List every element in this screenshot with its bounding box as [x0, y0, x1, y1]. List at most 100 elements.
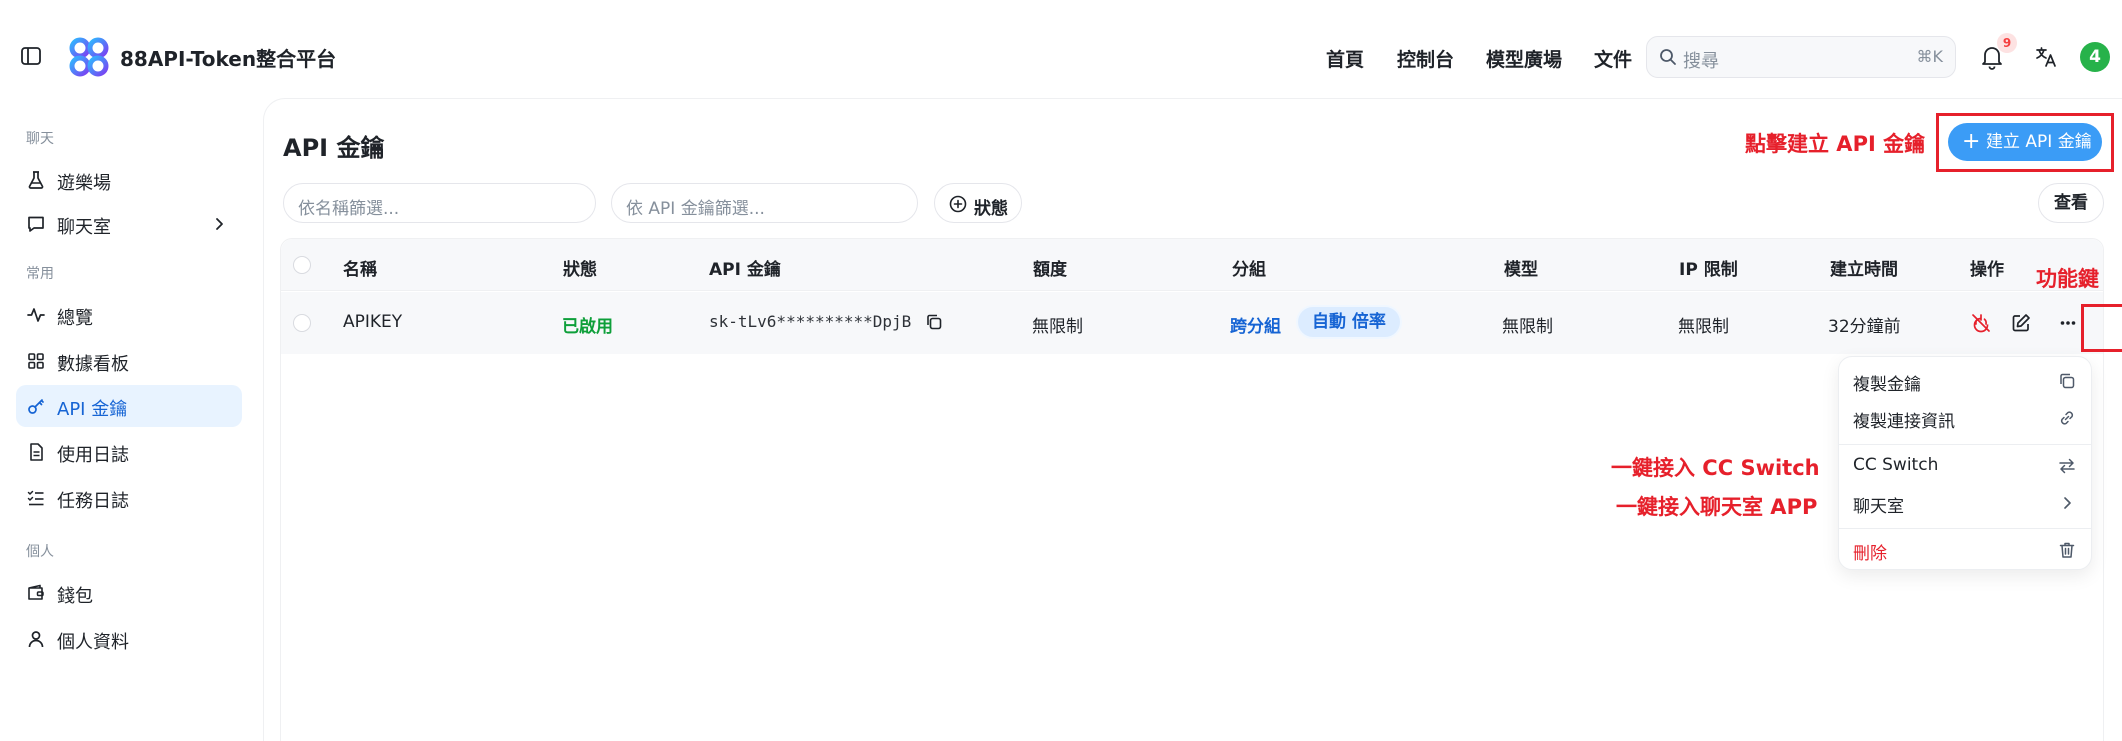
sidebar-item-chatroom[interactable]: 聊天室 — [16, 203, 242, 245]
sidebar: 聊天 遊樂場 聊天室 常用 總覽 數據看板 API 金鑰 使用日誌 任務日誌 個… — [0, 112, 258, 741]
search-shortcut: ⌘K — [1916, 47, 1944, 66]
column-header-name[interactable]: 名稱 — [343, 255, 377, 280]
sidebar-item-label: 總覽 — [57, 308, 93, 329]
switch-arrows-icon — [2059, 458, 2075, 474]
row-ip-limit: 無限制 — [1678, 317, 1729, 337]
status-filter-label: 狀態 — [974, 199, 1008, 219]
column-header-quota[interactable]: 額度 — [1033, 255, 1067, 280]
table-header: 名稱 狀態 API 金鑰 額度 分組 模型 IP 限制 建立時間 操作 — [281, 239, 2103, 291]
row-group: 跨分組 — [1230, 317, 1281, 337]
annotation-function-key: 功能鍵 — [2036, 267, 2099, 291]
copy-icon[interactable] — [924, 312, 944, 332]
sidebar-item-dashboard[interactable]: 數據看板 — [16, 340, 242, 382]
document-icon — [30, 443, 43, 461]
column-header-status[interactable]: 狀態 — [563, 255, 597, 280]
sidebar-item-task-log[interactable]: 任務日誌 — [16, 477, 242, 519]
app-title[interactable]: 88API-Token整合平台 — [120, 43, 336, 72]
sidebar-item-label: 聊天室 — [57, 217, 111, 238]
user-avatar[interactable]: 4 — [2080, 42, 2110, 72]
group-rate-tag: 自動 倍率 — [1298, 307, 1400, 337]
annotation-create-hint: 點擊建立 API 金鑰 — [1745, 132, 1926, 156]
edit-icon[interactable] — [2010, 312, 2032, 334]
sidebar-item-api-keys[interactable]: API 金鑰 — [16, 385, 242, 427]
nav-home[interactable]: 首頁 — [1326, 45, 1364, 72]
menu-divider — [1839, 444, 2091, 445]
list-checks-icon — [27, 490, 44, 506]
sidebar-group-common: 常用 — [26, 266, 54, 282]
row-status: 已啟用 — [562, 317, 613, 337]
sidebar-item-label: 任務日誌 — [57, 491, 129, 512]
nav-models[interactable]: 模型廣場 — [1486, 45, 1562, 72]
sidebar-group-chat: 聊天 — [26, 131, 54, 147]
sidebar-item-usage-log[interactable]: 使用日誌 — [16, 431, 242, 473]
nav-console[interactable]: 控制台 — [1397, 45, 1454, 72]
sidebar-item-profile[interactable]: 個人資料 — [16, 618, 242, 660]
disable-icon[interactable] — [1970, 312, 1992, 334]
annotation-box-more — [2081, 304, 2122, 352]
sidebar-item-label: API 金鑰 — [57, 399, 128, 420]
plus-circle-icon — [949, 195, 967, 213]
menu-item-label: 聊天室 — [1853, 497, 1904, 517]
nav-docs[interactable]: 文件 — [1594, 45, 1632, 72]
menu-item-label: 刪除 — [1853, 544, 1887, 564]
name-filter-placeholder: 依名稱篩選... — [298, 199, 400, 219]
sidebar-item-overview[interactable]: 總覽 — [16, 294, 242, 336]
name-filter-input[interactable]: 依名稱篩選... — [283, 183, 596, 223]
copy-icon — [2060, 373, 2075, 389]
key-filter-input[interactable]: 依 API 金鑰篩選... — [611, 183, 918, 223]
table-row[interactable]: APIKEY 已啟用 sk-tLv6**********DpjB 無限制 跨分組… — [281, 292, 2103, 354]
sidebar-group-personal: 個人 — [26, 544, 54, 560]
select-all-checkbox[interactable] — [293, 256, 311, 274]
translate-icon[interactable] — [2034, 45, 2058, 69]
page-title: API 金鑰 — [283, 134, 385, 162]
chevron-right-icon — [2064, 497, 2071, 509]
chat-bubble-icon — [28, 216, 44, 232]
key-filter-placeholder: 依 API 金鑰篩選... — [626, 199, 765, 219]
column-header-model[interactable]: 模型 — [1504, 255, 1538, 280]
key-icon — [28, 399, 44, 414]
column-header-group[interactable]: 分組 — [1232, 255, 1266, 280]
menu-item-copy-key[interactable]: 複製金鑰 — [1839, 364, 2091, 398]
row-name: APIKEY — [343, 312, 403, 332]
column-header-created[interactable]: 建立時間 — [1830, 255, 1898, 280]
search-input[interactable]: 搜尋 ⌘K — [1646, 36, 1956, 78]
sidebar-item-label: 使用日誌 — [57, 445, 129, 466]
notification-badge: 9 — [1997, 33, 2017, 53]
row-created: 32分鐘前 — [1828, 317, 1901, 337]
column-header-ip-limit[interactable]: IP 限制 — [1679, 255, 1738, 280]
api-key-table: 名稱 狀態 API 金鑰 額度 分組 模型 IP 限制 建立時間 操作 APIK… — [280, 238, 2104, 741]
trash-icon — [2059, 542, 2075, 558]
row-checkbox[interactable] — [293, 314, 311, 332]
sidebar-item-label: 個人資料 — [57, 632, 129, 653]
annotation-cc-switch: 一鍵接入 CC Switch — [1611, 456, 1820, 480]
sidebar-item-label: 錢包 — [57, 586, 93, 607]
app-logo-icon[interactable] — [68, 36, 110, 78]
menu-item-label: 複製連接資訊 — [1853, 412, 1955, 432]
user-icon — [28, 631, 44, 648]
menu-item-delete[interactable]: 刪除 — [1839, 533, 2091, 567]
sidebar-item-playground[interactable]: 遊樂場 — [16, 159, 242, 201]
row-quota: 無限制 — [1032, 317, 1083, 337]
menu-item-copy-connection[interactable]: 複製連接資訊 — [1839, 401, 2091, 435]
more-icon[interactable] — [2057, 312, 2079, 334]
row-actions-menu: 複製金鑰 複製連接資訊 CC Switch 聊天室 刪除 — [1838, 356, 2092, 570]
menu-item-chatroom[interactable]: 聊天室 — [1839, 486, 2091, 520]
annotation-box-create — [1936, 113, 2114, 172]
sidebar-toggle-icon[interactable] — [20, 45, 42, 67]
sidebar-item-wallet[interactable]: 錢包 — [16, 572, 242, 614]
activity-icon — [27, 308, 45, 322]
link-icon — [2060, 411, 2074, 425]
chevron-right-icon — [216, 218, 223, 230]
row-model: 無限制 — [1502, 317, 1553, 337]
status-filter-button[interactable]: 狀態 — [934, 183, 1022, 223]
sidebar-item-label: 數據看板 — [57, 354, 129, 375]
annotation-chatroom: 一鍵接入聊天室 APP — [1616, 495, 1818, 519]
menu-item-label: CC Switch — [1853, 455, 1939, 475]
column-header-key[interactable]: API 金鑰 — [709, 255, 781, 280]
menu-item-label: 複製金鑰 — [1853, 375, 1921, 395]
row-api-key: sk-tLv6**********DpjB — [709, 312, 912, 331]
flask-icon — [28, 171, 44, 189]
view-button[interactable]: 查看 — [2038, 183, 2104, 223]
search-icon — [1660, 49, 1676, 65]
menu-item-cc-switch[interactable]: CC Switch — [1839, 449, 2091, 483]
